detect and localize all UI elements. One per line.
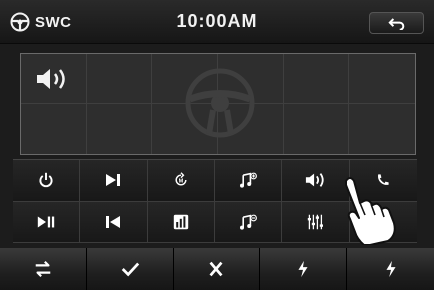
confirm-button[interactable] — [86, 248, 174, 290]
preview-cell — [87, 104, 153, 154]
header-bar: SWC 10:00AM — [0, 0, 434, 44]
function-button-grid: M — [13, 159, 417, 243]
steering-wheel-icon — [185, 68, 255, 138]
volume-icon — [306, 173, 325, 188]
next-track-icon — [106, 174, 121, 187]
phone-hangup-icon — [376, 220, 390, 225]
mode-icon: M — [175, 172, 187, 186]
flash-button-2[interactable] — [347, 248, 434, 290]
next-track-button[interactable] — [80, 160, 148, 202]
preview-cell — [349, 104, 415, 154]
lightning-icon — [386, 260, 396, 278]
preview-cell — [21, 104, 87, 154]
music-minus-button[interactable] — [215, 201, 283, 243]
mode-button[interactable]: M — [147, 160, 215, 202]
bottom-action-bar — [0, 248, 434, 290]
equalizer-button[interactable] — [147, 201, 215, 243]
preview-cell — [349, 54, 415, 104]
previous-track-button[interactable] — [80, 201, 148, 243]
equalizer-bars-icon — [173, 214, 189, 229]
swap-button[interactable] — [0, 248, 87, 290]
power-button[interactable] — [13, 160, 81, 202]
phone-call-button[interactable] — [349, 160, 417, 202]
music-minus-icon — [240, 214, 258, 230]
volume-icon — [37, 69, 65, 89]
swap-arrows-icon — [35, 260, 51, 278]
cancel-button[interactable] — [173, 248, 261, 290]
back-arrow-icon — [387, 17, 404, 30]
preview-cell — [86, 54, 153, 104]
checkmark-icon — [121, 262, 139, 277]
flash-button-1[interactable] — [260, 248, 348, 290]
lightning-icon — [298, 260, 308, 278]
preview-cell — [283, 54, 350, 104]
music-plus-button[interactable] — [215, 160, 283, 202]
volume-button[interactable] — [282, 160, 350, 202]
power-icon — [39, 173, 53, 188]
back-button[interactable] — [369, 12, 424, 34]
play-pause-button[interactable] — [13, 201, 81, 243]
phone-hangup-button[interactable] — [349, 201, 417, 243]
preview-cell — [284, 104, 350, 154]
phone-call-icon — [378, 174, 389, 186]
mixer-button[interactable] — [282, 201, 350, 243]
music-plus-icon — [240, 172, 258, 188]
svg-text:M: M — [178, 179, 183, 185]
mixer-sliders-icon — [308, 214, 324, 229]
play-pause-icon — [37, 216, 55, 228]
cross-icon — [209, 261, 223, 277]
previous-track-icon — [106, 215, 121, 228]
